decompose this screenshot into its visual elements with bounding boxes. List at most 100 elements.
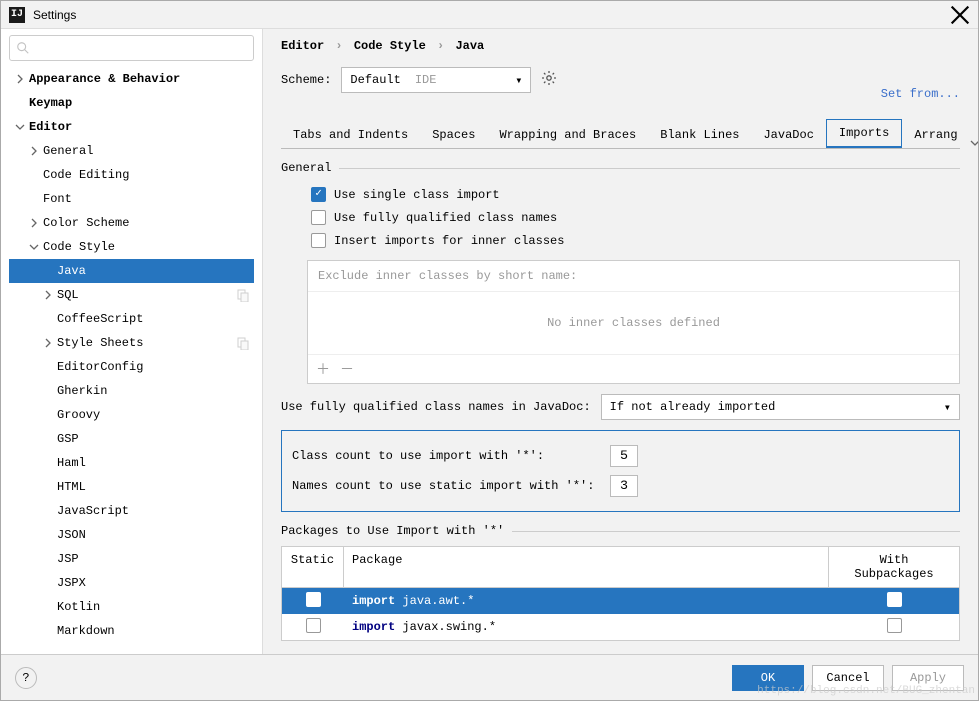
tree-item-code-style[interactable]: Code Style	[9, 235, 254, 259]
tab-arrang[interactable]: Arrang	[902, 122, 969, 148]
option-insert-imports-for-inner-classes[interactable]: Insert imports for inner classes	[281, 229, 960, 252]
fq-label: Use fully qualified class names in JavaD…	[281, 400, 591, 414]
search-icon	[16, 41, 30, 55]
tree-item-label: Color Scheme	[43, 216, 129, 230]
chevron-down-icon[interactable]	[13, 120, 27, 134]
tree-item-markdown[interactable]: Markdown	[9, 619, 254, 643]
subpackages-checkbox[interactable]	[887, 618, 902, 633]
cancel-button[interactable]: Cancel	[812, 665, 884, 691]
tree-item-editorconfig[interactable]: EditorConfig	[9, 355, 254, 379]
remove-button[interactable]: －	[340, 359, 354, 379]
tree-item-font[interactable]: Font	[9, 187, 254, 211]
close-button[interactable]	[950, 5, 970, 25]
tree-item-haml[interactable]: Haml	[9, 451, 254, 475]
tree-spacer	[41, 408, 55, 422]
tree-item-keymap[interactable]: Keymap	[9, 91, 254, 115]
tree-item-json[interactable]: JSON	[9, 523, 254, 547]
tree-item-label: Appearance & Behavior	[29, 72, 180, 86]
option-use-fully-qualified-class-names[interactable]: Use fully qualified class names	[281, 206, 960, 229]
tree-item-label: CoffeeScript	[57, 312, 143, 326]
window-title: Settings	[33, 8, 76, 22]
col-static[interactable]: Static	[282, 547, 344, 587]
tab-overflow-button[interactable]	[970, 138, 978, 148]
chevron-right-icon[interactable]	[41, 336, 55, 350]
tree-item-kotlin[interactable]: Kotlin	[9, 595, 254, 619]
close-icon	[950, 5, 970, 25]
chevron-right-icon[interactable]	[27, 216, 41, 230]
chevron-right-icon[interactable]	[13, 72, 27, 86]
subpackages-checkbox[interactable]	[887, 592, 902, 607]
static-checkbox[interactable]	[306, 592, 321, 607]
apply-button[interactable]: Apply	[892, 665, 964, 691]
chevron-right-icon[interactable]	[41, 288, 55, 302]
fq-select[interactable]: If not already imported ▾	[601, 394, 960, 420]
tree-spacer	[41, 432, 55, 446]
package-cell: import javax.swing.*	[344, 614, 829, 640]
package-row[interactable]: import java.awt.*	[282, 588, 959, 614]
app-icon: IJ	[9, 7, 25, 23]
tree-item-label: Kotlin	[57, 600, 100, 614]
tree-item-groovy[interactable]: Groovy	[9, 403, 254, 427]
tree-item-code-editing[interactable]: Code Editing	[9, 163, 254, 187]
main-panel: Editor › Code Style › Java Scheme: Defau…	[263, 29, 978, 654]
search-box[interactable]	[9, 35, 254, 61]
tree-item-html[interactable]: HTML	[9, 475, 254, 499]
col-subpackages[interactable]: With Subpackages	[829, 547, 959, 587]
checkbox[interactable]	[311, 233, 326, 248]
tree-item-gherkin[interactable]: Gherkin	[9, 379, 254, 403]
tree-item-general[interactable]: General	[9, 139, 254, 163]
package-row[interactable]: import javax.swing.*	[282, 614, 959, 640]
col-package[interactable]: Package	[344, 547, 829, 587]
names-count-input[interactable]	[610, 475, 638, 497]
tree-spacer	[41, 504, 55, 518]
class-count-input[interactable]	[610, 445, 638, 467]
tree-item-color-scheme[interactable]: Color Scheme	[9, 211, 254, 235]
tree-item-appearance-behavior[interactable]: Appearance & Behavior	[9, 67, 254, 91]
scheme-select[interactable]: Default IDE ▾	[341, 67, 531, 93]
tree-item-jsp[interactable]: JSP	[9, 547, 254, 571]
tree-item-label: Markdown	[57, 624, 115, 638]
scheme-value: Default	[350, 73, 400, 87]
tab-blank-lines[interactable]: Blank Lines	[648, 122, 751, 148]
tree-item-editor[interactable]: Editor	[9, 115, 254, 139]
tab-tabs-and-indents[interactable]: Tabs and Indents	[281, 122, 420, 148]
tab-spaces[interactable]: Spaces	[420, 122, 487, 148]
tree-item-javascript[interactable]: JavaScript	[9, 499, 254, 523]
ok-button[interactable]: OK	[732, 665, 804, 691]
chevron-down-icon: ▾	[944, 400, 951, 415]
add-button[interactable]: ＋	[316, 359, 330, 379]
static-checkbox[interactable]	[306, 618, 321, 633]
tab-imports[interactable]: Imports	[826, 119, 902, 148]
tree-item-label: EditorConfig	[57, 360, 143, 374]
tab-javadoc[interactable]: JavaDoc	[751, 122, 825, 148]
tree-item-coffeescript[interactable]: CoffeeScript	[9, 307, 254, 331]
package-cell: import java.awt.*	[344, 588, 829, 614]
tab-wrapping-and-braces[interactable]: Wrapping and Braces	[487, 122, 648, 148]
tree-item-label: Style Sheets	[57, 336, 143, 350]
exclude-inner-classes-box: Exclude inner classes by short name: No …	[307, 260, 960, 384]
tree-item-label: HTML	[57, 480, 86, 494]
search-input[interactable]	[34, 41, 247, 55]
breadcrumb-item: Editor	[281, 39, 324, 53]
set-from-link[interactable]: Set from...	[881, 87, 960, 101]
copy-icon	[236, 336, 250, 350]
tree-spacer	[27, 168, 41, 182]
chevron-right-icon[interactable]	[27, 144, 41, 158]
tree-item-gsp[interactable]: GSP	[9, 427, 254, 451]
help-button[interactable]: ?	[15, 667, 37, 689]
gear-button[interactable]	[541, 70, 557, 90]
tree-item-label: Haml	[57, 456, 86, 470]
tree-spacer	[41, 528, 55, 542]
tree-item-jspx[interactable]: JSPX	[9, 571, 254, 595]
tree-item-style-sheets[interactable]: Style Sheets	[9, 331, 254, 355]
breadcrumb-item: Code Style	[354, 39, 426, 53]
breadcrumb-item: Java	[455, 39, 484, 53]
tree-item-sql[interactable]: SQL	[9, 283, 254, 307]
settings-tree: Appearance & Behavior Keymap Editor General…	[9, 67, 254, 643]
checkbox[interactable]	[311, 210, 326, 225]
checkbox[interactable]	[311, 187, 326, 202]
tree-item-java[interactable]: Java	[9, 259, 254, 283]
chevron-down-icon[interactable]	[27, 240, 41, 254]
tree-item-label: Editor	[29, 120, 72, 134]
option-use-single-class-import[interactable]: Use single class import	[281, 183, 960, 206]
